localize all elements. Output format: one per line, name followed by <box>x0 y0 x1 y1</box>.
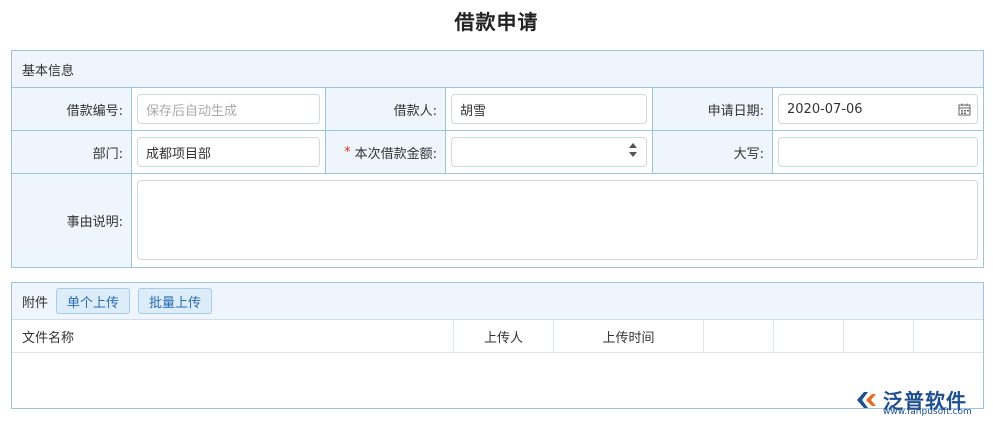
borrower-label: 借款人: <box>326 88 446 130</box>
attachments-table-header: 文件名称 上传人 上传时间 <box>12 320 983 353</box>
reason-textarea[interactable] <box>137 180 978 260</box>
brand-watermark: 泛普软件 www.fanpusoft.com <box>853 385 983 417</box>
amount-label: * 本次借款金额: <box>326 131 446 173</box>
required-star: * <box>344 144 351 160</box>
department-label-text: 部门: <box>92 146 123 162</box>
uppercase-label-text: 大写: <box>733 146 764 162</box>
batch-upload-button[interactable]: 批量上传 <box>138 288 213 314</box>
amount-label-text: 本次借款金额: <box>354 146 437 162</box>
attachments-label: 附件 <box>22 295 49 311</box>
col-upload-time: 上传时间 <box>554 320 704 353</box>
loan-no-cell: 保存后自动生成 <box>132 88 326 130</box>
brand-logo-icon <box>857 392 876 408</box>
uppercase-label: 大写: <box>653 131 773 173</box>
uppercase-cell <box>773 131 983 173</box>
col-file-name: 文件名称 <box>12 320 454 353</box>
borrower-label-text: 借款人: <box>393 103 437 119</box>
amount-stepper[interactable] <box>628 143 638 161</box>
form-row-1: 借款编号: 保存后自动生成 借款人: 胡雪 申请日期: 2020-07-06 <box>12 88 983 131</box>
apply-date-label: 申请日期: <box>653 88 773 130</box>
calendar-icon[interactable] <box>958 103 971 116</box>
brand-url: www.fanpusoft.com <box>883 407 972 417</box>
apply-date-label-text: 申请日期: <box>707 103 764 119</box>
reason-label-text: 事由说明: <box>66 215 123 230</box>
col-extra-2 <box>774 320 844 353</box>
basic-info-title: 基本信息 <box>22 63 75 79</box>
amount-field[interactable] <box>451 137 647 167</box>
form-row-3: 事由说明: <box>12 174 983 267</box>
col-uploader: 上传人 <box>454 320 554 353</box>
apply-date-field[interactable]: 2020-07-06 <box>778 94 978 124</box>
borrower-cell: 胡雪 <box>446 88 653 130</box>
basic-info-header: 基本信息 <box>12 51 983 88</box>
apply-date-cell: 2020-07-06 <box>773 88 983 130</box>
apply-date-value: 2020-07-06 <box>787 101 863 117</box>
department-field[interactable]: 成都项目部 <box>137 137 320 167</box>
col-extra-1 <box>704 320 774 353</box>
attachments-panel: 附件 单个上传 批量上传 文件名称 上传人 上传时间 <box>11 282 984 409</box>
borrower-field[interactable]: 胡雪 <box>451 94 647 124</box>
loan-no-label-text: 借款编号: <box>66 103 123 119</box>
col-extra-3 <box>844 320 914 353</box>
attachments-header: 附件 单个上传 批量上传 <box>12 283 983 320</box>
reason-cell <box>132 174 983 267</box>
single-upload-button[interactable]: 单个上传 <box>56 288 131 314</box>
basic-info-panel: 基本信息 借款编号: 保存后自动生成 借款人: 胡雪 申请日期: 2020-07… <box>11 50 984 268</box>
stepper-down-icon[interactable] <box>629 152 637 157</box>
reason-label: 事由说明: <box>12 174 132 267</box>
form-row-2: 部门: 成都项目部 * 本次借款金额: 大写: <box>12 131 983 174</box>
page-title: 借款申请 <box>454 10 539 34</box>
stepper-up-icon[interactable] <box>629 143 637 148</box>
loan-no-label: 借款编号: <box>12 88 132 130</box>
amount-cell <box>446 131 653 173</box>
uppercase-field[interactable] <box>778 137 978 167</box>
loan-no-field[interactable]: 保存后自动生成 <box>137 94 320 124</box>
department-cell: 成都项目部 <box>132 131 326 173</box>
department-label: 部门: <box>12 131 132 173</box>
